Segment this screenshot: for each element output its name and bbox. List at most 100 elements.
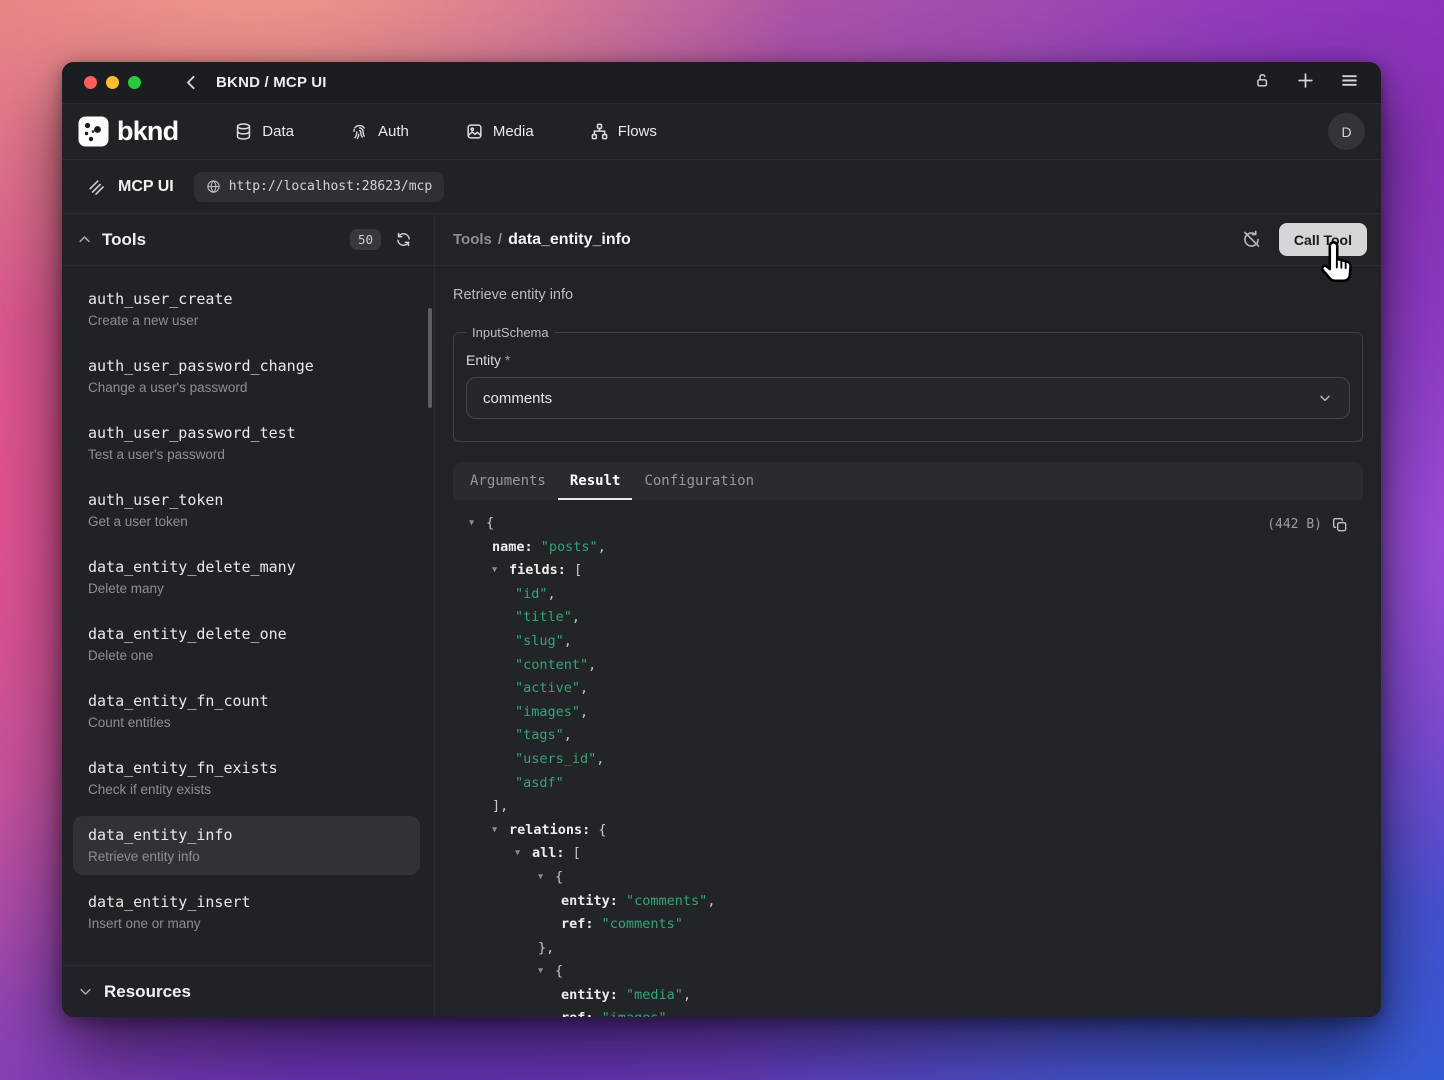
window-title: BKND / MCP UI — [216, 74, 327, 91]
new-tab-icon[interactable] — [1296, 71, 1315, 95]
expand-arrow-icon[interactable]: ▼ — [538, 960, 555, 984]
nav-item-label: Flows — [618, 123, 657, 140]
resources-section-header[interactable]: Resources — [62, 965, 434, 1017]
nav-items: Data Auth Media Flows — [234, 122, 657, 141]
json-line: entity: "comments", — [469, 890, 1347, 914]
globe-icon — [206, 179, 221, 194]
titlebar-actions — [1254, 71, 1359, 95]
entity-select-value: comments — [483, 390, 552, 407]
close-window-button[interactable] — [84, 76, 97, 89]
resources-section-title: Resources — [104, 982, 191, 1002]
json-line: ], — [469, 795, 1347, 819]
tools-count-badge: 50 — [350, 229, 381, 250]
expand-arrow-icon[interactable]: ▼ — [469, 512, 486, 536]
json-line: name: "posts", — [469, 536, 1347, 560]
tool-desc: Count entities — [88, 715, 405, 730]
tab-result[interactable]: Result — [558, 462, 633, 500]
tool-list-item[interactable]: data_entity_delete_oneDelete one — [73, 615, 420, 674]
json-line: "content", — [469, 654, 1347, 678]
mcp-ui-bar: MCP UI http://localhost:28623/mcp — [62, 160, 1381, 214]
breadcrumb-current: data_entity_info — [508, 231, 631, 248]
tool-list-item[interactable]: data_entity_fn_exists Check if entity exi… — [73, 749, 420, 808]
nav-item-auth[interactable]: Auth — [350, 122, 409, 141]
breadcrumb-root[interactable]: Tools — [453, 231, 492, 248]
refresh-tools-icon[interactable] — [395, 231, 412, 248]
tool-desc: Insert one or many — [88, 916, 405, 931]
nav-item-label: Media — [493, 123, 534, 140]
json-line: "asdf" — [469, 772, 1347, 796]
brand-logo[interactable]: bknd — [78, 116, 178, 147]
entity-select[interactable]: comments — [466, 377, 1350, 419]
json-line: entity: "media", — [469, 984, 1347, 1008]
title-bar: BKND / MCP UI — [62, 62, 1381, 104]
entity-field-label: Entity * — [466, 352, 1350, 368]
copy-icon[interactable] — [1332, 517, 1348, 533]
user-avatar[interactable]: D — [1328, 113, 1365, 150]
server-url: http://localhost:28623/mcp — [229, 179, 433, 194]
tools-section-title: Tools — [102, 230, 146, 250]
tab-configuration[interactable]: Configuration — [632, 462, 766, 500]
tab-arguments[interactable]: Arguments — [458, 462, 558, 500]
expand-arrow-icon[interactable]: ▼ — [538, 866, 555, 890]
tool-name: data_entity_fn_exists — [88, 759, 405, 777]
minimize-window-button[interactable] — [106, 76, 119, 89]
traffic-lights — [84, 76, 141, 89]
input-schema-legend: InputSchema — [467, 325, 554, 340]
fingerprint-icon — [350, 122, 369, 141]
tool-desc: Get a user token — [88, 514, 405, 529]
tool-name: auth_user_password_change — [88, 357, 405, 375]
lock-icon[interactable] — [1254, 72, 1271, 94]
json-line: ▼relations: { — [469, 819, 1347, 843]
nav-item-media[interactable]: Media — [465, 122, 534, 141]
tool-list-item[interactable]: data_entity_delete_manyDelete many — [73, 548, 420, 607]
tool-list-item[interactable]: data_entity_infoRetrieve entity info — [73, 816, 420, 875]
tool-name: data_entity_info — [88, 826, 405, 844]
tool-list-item[interactable]: data_entity_fn_countCount entities — [73, 682, 420, 741]
json-line: "images", — [469, 701, 1347, 725]
tool-list-item[interactable]: auth_user_password_testTest a user's pas… — [73, 414, 420, 473]
sidebar-scrollbar[interactable] — [428, 308, 432, 408]
expand-arrow-icon[interactable]: ▼ — [492, 559, 509, 583]
auto-call-off-icon[interactable] — [1241, 229, 1262, 250]
sidebar: Tools 50 auth_user_createCreate a new us… — [62, 214, 435, 1017]
json-line: }, — [469, 937, 1347, 961]
tool-list-item[interactable]: auth_user_createCreate a new user — [73, 280, 420, 339]
tool-name: auth_user_create — [88, 290, 405, 308]
nav-item-flows[interactable]: Flows — [590, 122, 657, 141]
zoom-window-button[interactable] — [128, 76, 141, 89]
content-area: Tools 50 auth_user_createCreate a new us… — [62, 214, 1381, 1017]
tool-list-item[interactable]: auth_user_password_change Change a user's… — [73, 347, 420, 406]
main-header: Tools/data_entity_info Call Tool — [435, 214, 1381, 266]
expand-arrow-icon[interactable]: ▼ — [492, 819, 509, 843]
tool-description: Retrieve entity info — [453, 287, 1363, 303]
json-line: ref: "comments" — [469, 913, 1347, 937]
json-line: "title", — [469, 606, 1347, 630]
json-meta: (442 B) — [1267, 513, 1348, 537]
nav-item-label: Data — [262, 123, 294, 140]
server-url-pill[interactable]: http://localhost:28623/mcp — [194, 172, 445, 202]
json-line: ▼{ — [469, 866, 1347, 890]
json-line: "active", — [469, 677, 1347, 701]
tool-list-item[interactable]: auth_user_token Get a user token — [73, 481, 420, 540]
tool-desc: Change a user's password — [88, 380, 405, 395]
tool-name: data_entity_delete_one — [88, 625, 405, 643]
tool-desc: Check if entity exists — [88, 782, 405, 797]
back-icon[interactable] — [183, 74, 200, 91]
expand-arrow-icon[interactable]: ▼ — [515, 842, 532, 866]
required-mark: * — [505, 352, 510, 368]
tool-name: auth_user_token — [88, 491, 405, 509]
desktop-wallpaper: { "window": { "title": "BKND / MCP UI" }… — [0, 0, 1444, 1080]
json-result-viewer: (442 B) ▼{name: "posts",▼fields: ["id","… — [453, 500, 1363, 1017]
database-icon — [234, 122, 253, 141]
mcp-ui-label: MCP UI — [118, 178, 174, 196]
workflow-icon — [590, 122, 609, 141]
menu-icon[interactable] — [1340, 71, 1359, 95]
tools-section-header[interactable]: Tools 50 — [62, 214, 434, 266]
nav-item-data[interactable]: Data — [234, 122, 294, 141]
tool-list-item[interactable]: data_entity_insertInsert one or many — [73, 883, 420, 942]
tool-detail: Retrieve entity info InputSchema Entity … — [435, 266, 1381, 1017]
mouse-cursor-pointer — [1311, 239, 1358, 286]
json-line: "users_id", — [469, 748, 1347, 772]
json-line: ▼{ — [469, 960, 1347, 984]
json-line: ▼fields: [ — [469, 559, 1347, 583]
